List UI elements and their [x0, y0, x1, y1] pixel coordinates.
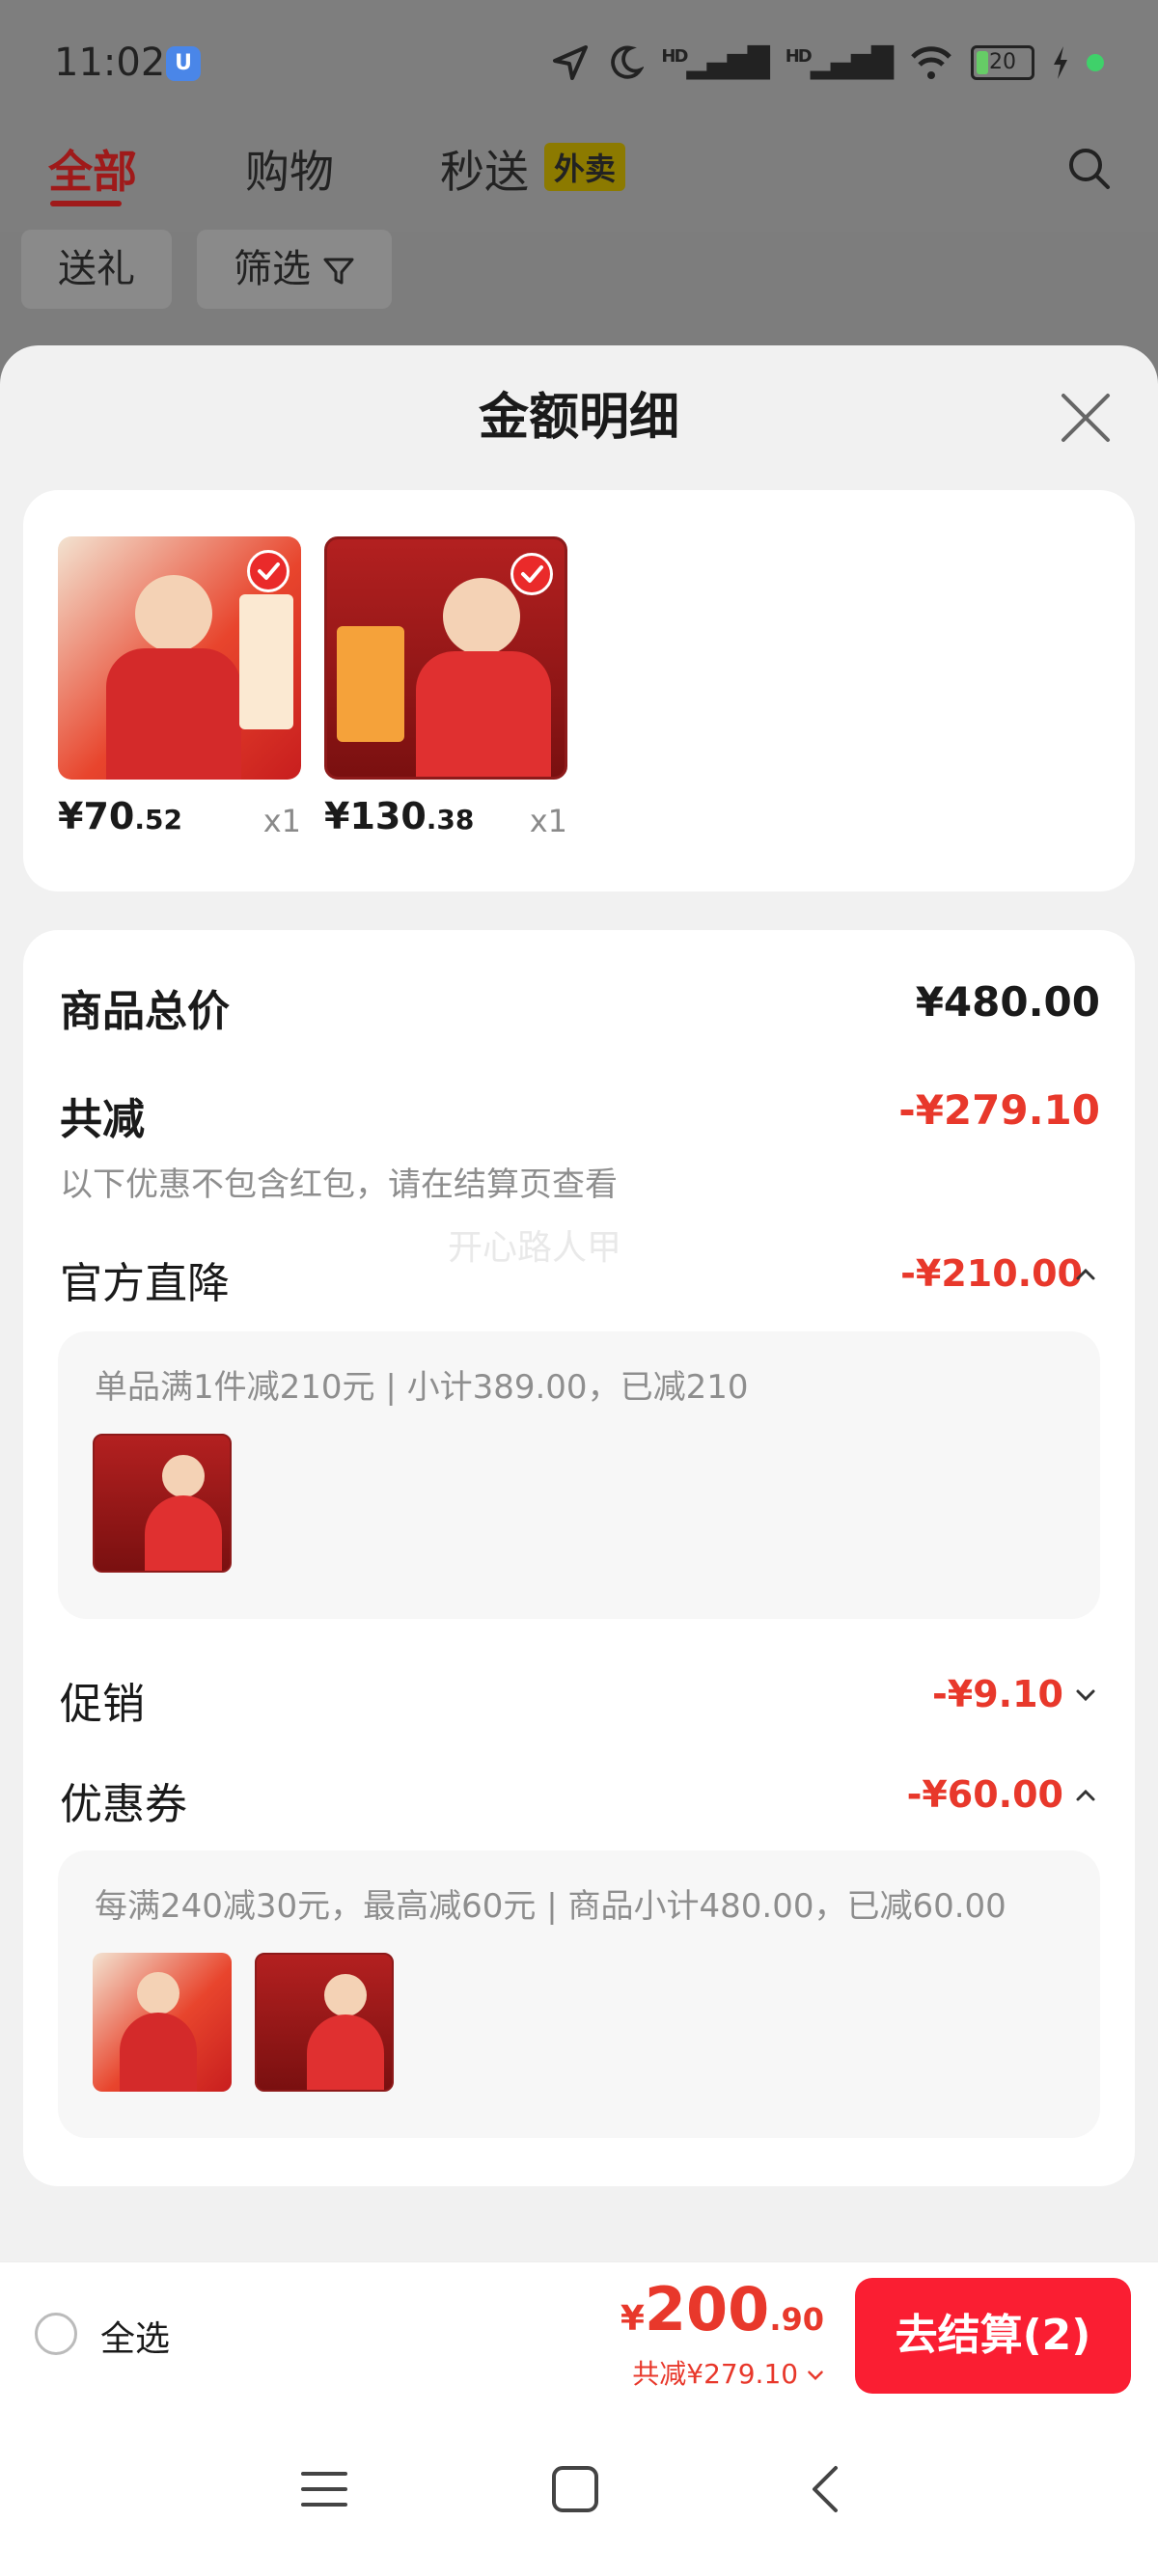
checkout-button[interactable]: 去结算(2) — [855, 2278, 1131, 2394]
chevron-up-icon[interactable] — [1075, 1264, 1096, 1285]
child-figure-head — [162, 1455, 205, 1497]
discount-label: 共减 — [60, 1095, 145, 1144]
gift-filter-label: 送礼 — [58, 247, 135, 291]
official-discount-detail-box: 单品满1件减210元 | 小计389.00，已减210 — [58, 1331, 1100, 1619]
product-thumbnail[interactable] — [255, 1953, 394, 2092]
checkout-total: ¥200.90 — [620, 2274, 824, 2344]
menu-icon[interactable] — [297, 2462, 351, 2516]
official-discount-value[interactable]: -¥210.00 — [900, 1252, 1083, 1295]
child-figure-body — [120, 2013, 197, 2092]
search-icon[interactable] — [1065, 145, 1114, 193]
wifi-icon — [911, 46, 951, 79]
product-item[interactable]: ¥70.52 x1 — [58, 536, 301, 839]
chevron-down-icon — [808, 2370, 823, 2381]
moon-icon — [611, 45, 645, 79]
selected-check-icon — [247, 550, 290, 592]
close-icon[interactable] — [1060, 392, 1112, 444]
signal-icon: HD▂▄▆█ — [785, 45, 894, 80]
home-icon[interactable] — [548, 2462, 602, 2516]
coupon-desc: 每满240减30元，最高减60元 | 商品小计480.00，已减60.00 — [95, 1887, 1006, 1926]
promotion-label: 促销 — [60, 1680, 145, 1729]
location-arrow-icon — [553, 45, 589, 80]
promotion-value[interactable]: -¥9.10 — [932, 1673, 1063, 1715]
tab-underline — [50, 201, 122, 206]
coupon-detail-box: 每满240减30元，最高减60元 | 商品小计480.00，已减60.00 — [58, 1850, 1100, 2138]
discount-note: 以下优惠不包含红包，请在结算页查看 — [60, 1165, 618, 1204]
battery-icon: 20 — [971, 45, 1034, 80]
product-price: ¥130.38 — [324, 795, 475, 837]
child-figure-body — [416, 651, 551, 777]
chevron-down-icon[interactable] — [1075, 1685, 1096, 1706]
back-icon[interactable] — [799, 2462, 853, 2516]
checkout-saving[interactable]: 共减¥279.10 — [632, 2353, 824, 2392]
privacy-indicator-icon — [1087, 54, 1104, 71]
tab-instant-delivery[interactable]: 秒送 — [440, 137, 529, 201]
shield-icon: U — [166, 46, 201, 81]
discount-value: -¥279.10 — [898, 1086, 1100, 1134]
product-thumbnail[interactable] — [93, 1953, 232, 2092]
product-quantity: x1 — [529, 803, 567, 839]
product-item[interactable]: ¥130.38 x1 — [324, 536, 567, 839]
coupon-label: 优惠券 — [60, 1780, 187, 1829]
child-figure-body — [106, 648, 241, 780]
child-figure-body — [145, 1495, 222, 1571]
product-image — [58, 536, 301, 780]
tab-shopping[interactable]: 购物 — [245, 137, 334, 201]
gift-filter-chip[interactable]: 送礼 — [21, 230, 172, 309]
child-figure-head — [324, 1974, 367, 2016]
filter-label: 筛选 — [234, 247, 311, 291]
official-discount-desc: 单品满1件减210元 | 小计389.00，已减210 — [95, 1368, 749, 1407]
product-image — [324, 536, 567, 780]
promo-panel — [239, 594, 293, 729]
watermark: 开心路人甲 — [448, 1228, 622, 1268]
sheet-title: 金额明细 — [478, 389, 679, 447]
system-nav-bar — [0, 2406, 1158, 2576]
clock: 11:02 — [54, 41, 166, 85]
child-figure-head — [135, 575, 212, 652]
child-figure-head — [137, 1972, 179, 2014]
promo-panel — [337, 626, 404, 742]
checkout-bar: 全选 ¥200.90 共减¥279.10 去结算(2) — [0, 2261, 1158, 2407]
takeaway-badge: 外卖 — [544, 143, 626, 191]
coupon-value[interactable]: -¥60.00 — [907, 1773, 1063, 1816]
child-figure-body — [307, 2014, 384, 2090]
tab-all[interactable]: 全部 — [48, 137, 137, 201]
chevron-up-icon[interactable] — [1075, 1785, 1096, 1806]
status-icons: HD▂▄▆█ HD▂▄▆█ 20 — [551, 39, 1104, 87]
product-quantity: x1 — [262, 803, 301, 839]
selected-check-icon — [510, 553, 553, 595]
filter-chip[interactable]: 筛选 — [197, 230, 392, 309]
child-figure-head — [443, 578, 520, 655]
official-discount-label: 官方直降 — [60, 1259, 230, 1308]
select-all-radio[interactable] — [35, 2313, 77, 2355]
total-price-label: 商品总价 — [60, 987, 230, 1036]
select-all-label[interactable]: 全选 — [100, 2311, 170, 2361]
product-price: ¥70.52 — [58, 795, 182, 837]
products-card: ¥70.52 x1 ¥130.38 x1 — [23, 490, 1135, 891]
charging-icon — [1054, 46, 1067, 79]
total-price-value: ¥480.00 — [915, 978, 1100, 1026]
status-bar: 11:02 U HD▂▄▆█ HD▂▄▆█ 20 — [0, 0, 1158, 135]
signal-icon: HD▂▄▆█ — [661, 45, 769, 80]
product-thumbnail[interactable] — [93, 1434, 232, 1573]
filter-icon — [323, 258, 354, 285]
